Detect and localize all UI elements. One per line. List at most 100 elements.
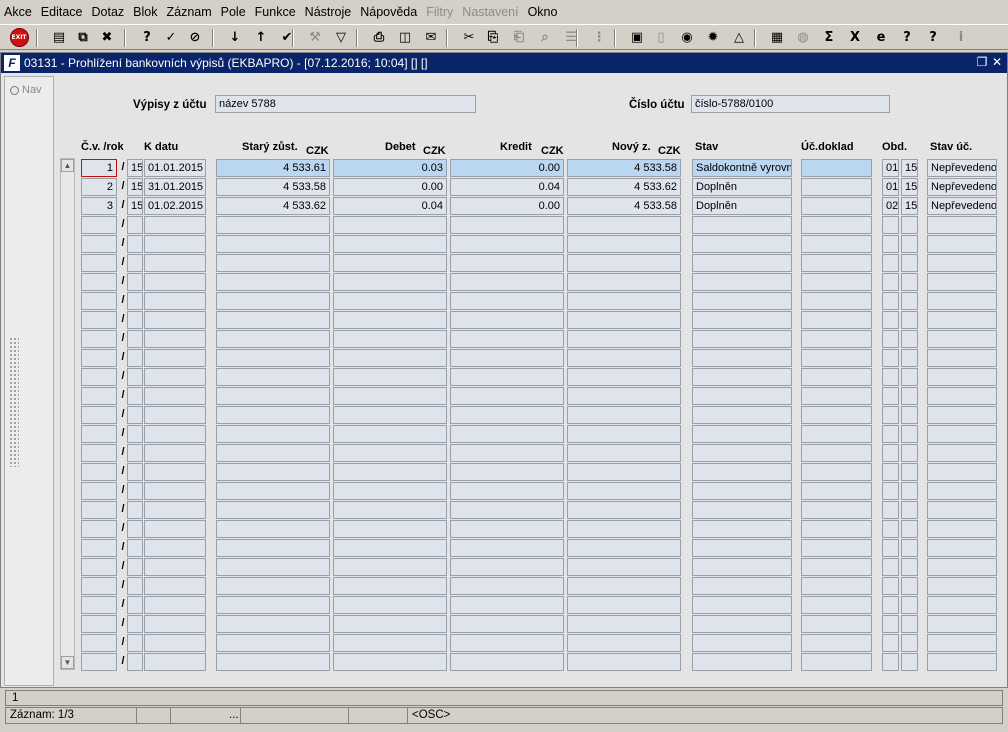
- cell-stav[interactable]: [692, 482, 792, 500]
- cell-novy[interactable]: [567, 368, 681, 386]
- menu-item[interactable]: Nastavení: [462, 5, 518, 19]
- cell-obd1[interactable]: [882, 349, 899, 367]
- cell-ucdoklad[interactable]: [801, 596, 872, 614]
- cell-cv[interactable]: [81, 235, 117, 253]
- cell-stary[interactable]: [216, 311, 330, 329]
- cell-stavuc[interactable]: [927, 311, 997, 329]
- cell-kdatu[interactable]: [144, 577, 206, 595]
- cell-kdatu[interactable]: [144, 539, 206, 557]
- cell-obd1[interactable]: [882, 615, 899, 633]
- cell-cv[interactable]: [81, 539, 117, 557]
- browser-icon[interactable]: e: [870, 27, 892, 48]
- cell-novy[interactable]: 4 533.58: [567, 159, 681, 177]
- cell-rok[interactable]: [127, 444, 143, 462]
- info-icon[interactable]: i: [950, 27, 972, 48]
- nav-grip-handle[interactable]: [9, 337, 19, 467]
- cell-kdatu[interactable]: [144, 406, 206, 424]
- cell-debet[interactable]: [333, 292, 447, 310]
- cell-debet[interactable]: [333, 482, 447, 500]
- cell-ucdoklad[interactable]: [801, 235, 872, 253]
- cell-obd1[interactable]: [882, 387, 899, 405]
- cell-obd2[interactable]: [901, 577, 918, 595]
- commit-check-icon[interactable]: ✔: [276, 27, 298, 48]
- cell-kdatu[interactable]: [144, 634, 206, 652]
- cell-debet[interactable]: [333, 653, 447, 671]
- cell-stav[interactable]: [692, 368, 792, 386]
- cell-kdatu[interactable]: [144, 501, 206, 519]
- cell-debet[interactable]: 0.04: [333, 197, 447, 215]
- cell-stary[interactable]: 4 533.58: [216, 178, 330, 196]
- cell-stary[interactable]: [216, 406, 330, 424]
- cell-novy[interactable]: [567, 254, 681, 272]
- cell-obd1[interactable]: [882, 596, 899, 614]
- cell-cv[interactable]: [81, 387, 117, 405]
- cell-rok[interactable]: [127, 653, 143, 671]
- cell-obd2[interactable]: [901, 349, 918, 367]
- cell-stary[interactable]: [216, 596, 330, 614]
- filter-icon[interactable]: ▽: [330, 27, 352, 48]
- cell-debet[interactable]: [333, 387, 447, 405]
- cell-obd1[interactable]: [882, 558, 899, 576]
- cell-stavuc[interactable]: Nepřevedeno: [927, 178, 997, 196]
- cell-stary[interactable]: [216, 501, 330, 519]
- cell-kdatu[interactable]: 31.01.2015: [144, 178, 206, 196]
- cell-ucdoklad[interactable]: [801, 292, 872, 310]
- cell-stav[interactable]: [692, 254, 792, 272]
- cell-stavuc[interactable]: [927, 520, 997, 538]
- cell-ucdoklad[interactable]: [801, 197, 872, 215]
- cell-kdatu[interactable]: [144, 368, 206, 386]
- cell-stav[interactable]: [692, 520, 792, 538]
- cell-kredit[interactable]: [450, 615, 564, 633]
- cell-debet[interactable]: [333, 444, 447, 462]
- cell-obd2[interactable]: [901, 425, 918, 443]
- cell-obd2[interactable]: [901, 501, 918, 519]
- cut-icon[interactable]: ✂: [458, 27, 480, 48]
- document-icon[interactable]: ▯: [650, 27, 672, 48]
- cell-cv[interactable]: [81, 653, 117, 671]
- cell-debet[interactable]: [333, 273, 447, 291]
- cell-cv[interactable]: [81, 577, 117, 595]
- settings-icon[interactable]: ✹: [702, 27, 724, 48]
- cell-novy[interactable]: [567, 501, 681, 519]
- cell-obd2[interactable]: [901, 634, 918, 652]
- cell-stary[interactable]: [216, 368, 330, 386]
- cell-cv[interactable]: [81, 615, 117, 633]
- cell-ucdoklad[interactable]: [801, 254, 872, 272]
- add-record-icon[interactable]: ▤: [48, 27, 70, 48]
- cell-obd2[interactable]: [901, 254, 918, 272]
- cell-stav[interactable]: [692, 501, 792, 519]
- cell-obd2[interactable]: [901, 463, 918, 481]
- cell-ucdoklad[interactable]: [801, 349, 872, 367]
- cell-kdatu[interactable]: [144, 235, 206, 253]
- cell-ucdoklad[interactable]: [801, 501, 872, 519]
- cell-kdatu[interactable]: [144, 615, 206, 633]
- menu-item[interactable]: Záznam: [166, 5, 211, 19]
- cell-debet[interactable]: [333, 311, 447, 329]
- cell-kredit[interactable]: [450, 273, 564, 291]
- cell-stary[interactable]: [216, 482, 330, 500]
- disk-icon[interactable]: ◍: [792, 27, 814, 48]
- cell-rok[interactable]: [127, 463, 143, 481]
- cell-debet[interactable]: 0.03: [333, 159, 447, 177]
- cell-obd1[interactable]: [882, 216, 899, 234]
- cell-obd1[interactable]: [882, 577, 899, 595]
- cell-debet[interactable]: [333, 368, 447, 386]
- cell-cv[interactable]: [81, 425, 117, 443]
- cell-stavuc[interactable]: [927, 634, 997, 652]
- cell-kredit[interactable]: [450, 653, 564, 671]
- tree-icon[interactable]: ⋮: [588, 27, 610, 48]
- cell-stavuc[interactable]: Nepřevedeno: [927, 159, 997, 177]
- cell-stary[interactable]: [216, 577, 330, 595]
- menu-item[interactable]: Blok: [133, 5, 157, 19]
- cell-kredit[interactable]: [450, 311, 564, 329]
- cell-stary[interactable]: [216, 520, 330, 538]
- cell-ucdoklad[interactable]: [801, 577, 872, 595]
- cell-rok[interactable]: 15: [127, 159, 143, 177]
- cell-obd2[interactable]: [901, 615, 918, 633]
- cell-stav[interactable]: [692, 444, 792, 462]
- cell-kdatu[interactable]: [144, 292, 206, 310]
- delete-record-icon[interactable]: ✖: [96, 27, 118, 48]
- cell-stav[interactable]: [692, 311, 792, 329]
- cell-obd1[interactable]: [882, 539, 899, 557]
- cell-novy[interactable]: [567, 596, 681, 614]
